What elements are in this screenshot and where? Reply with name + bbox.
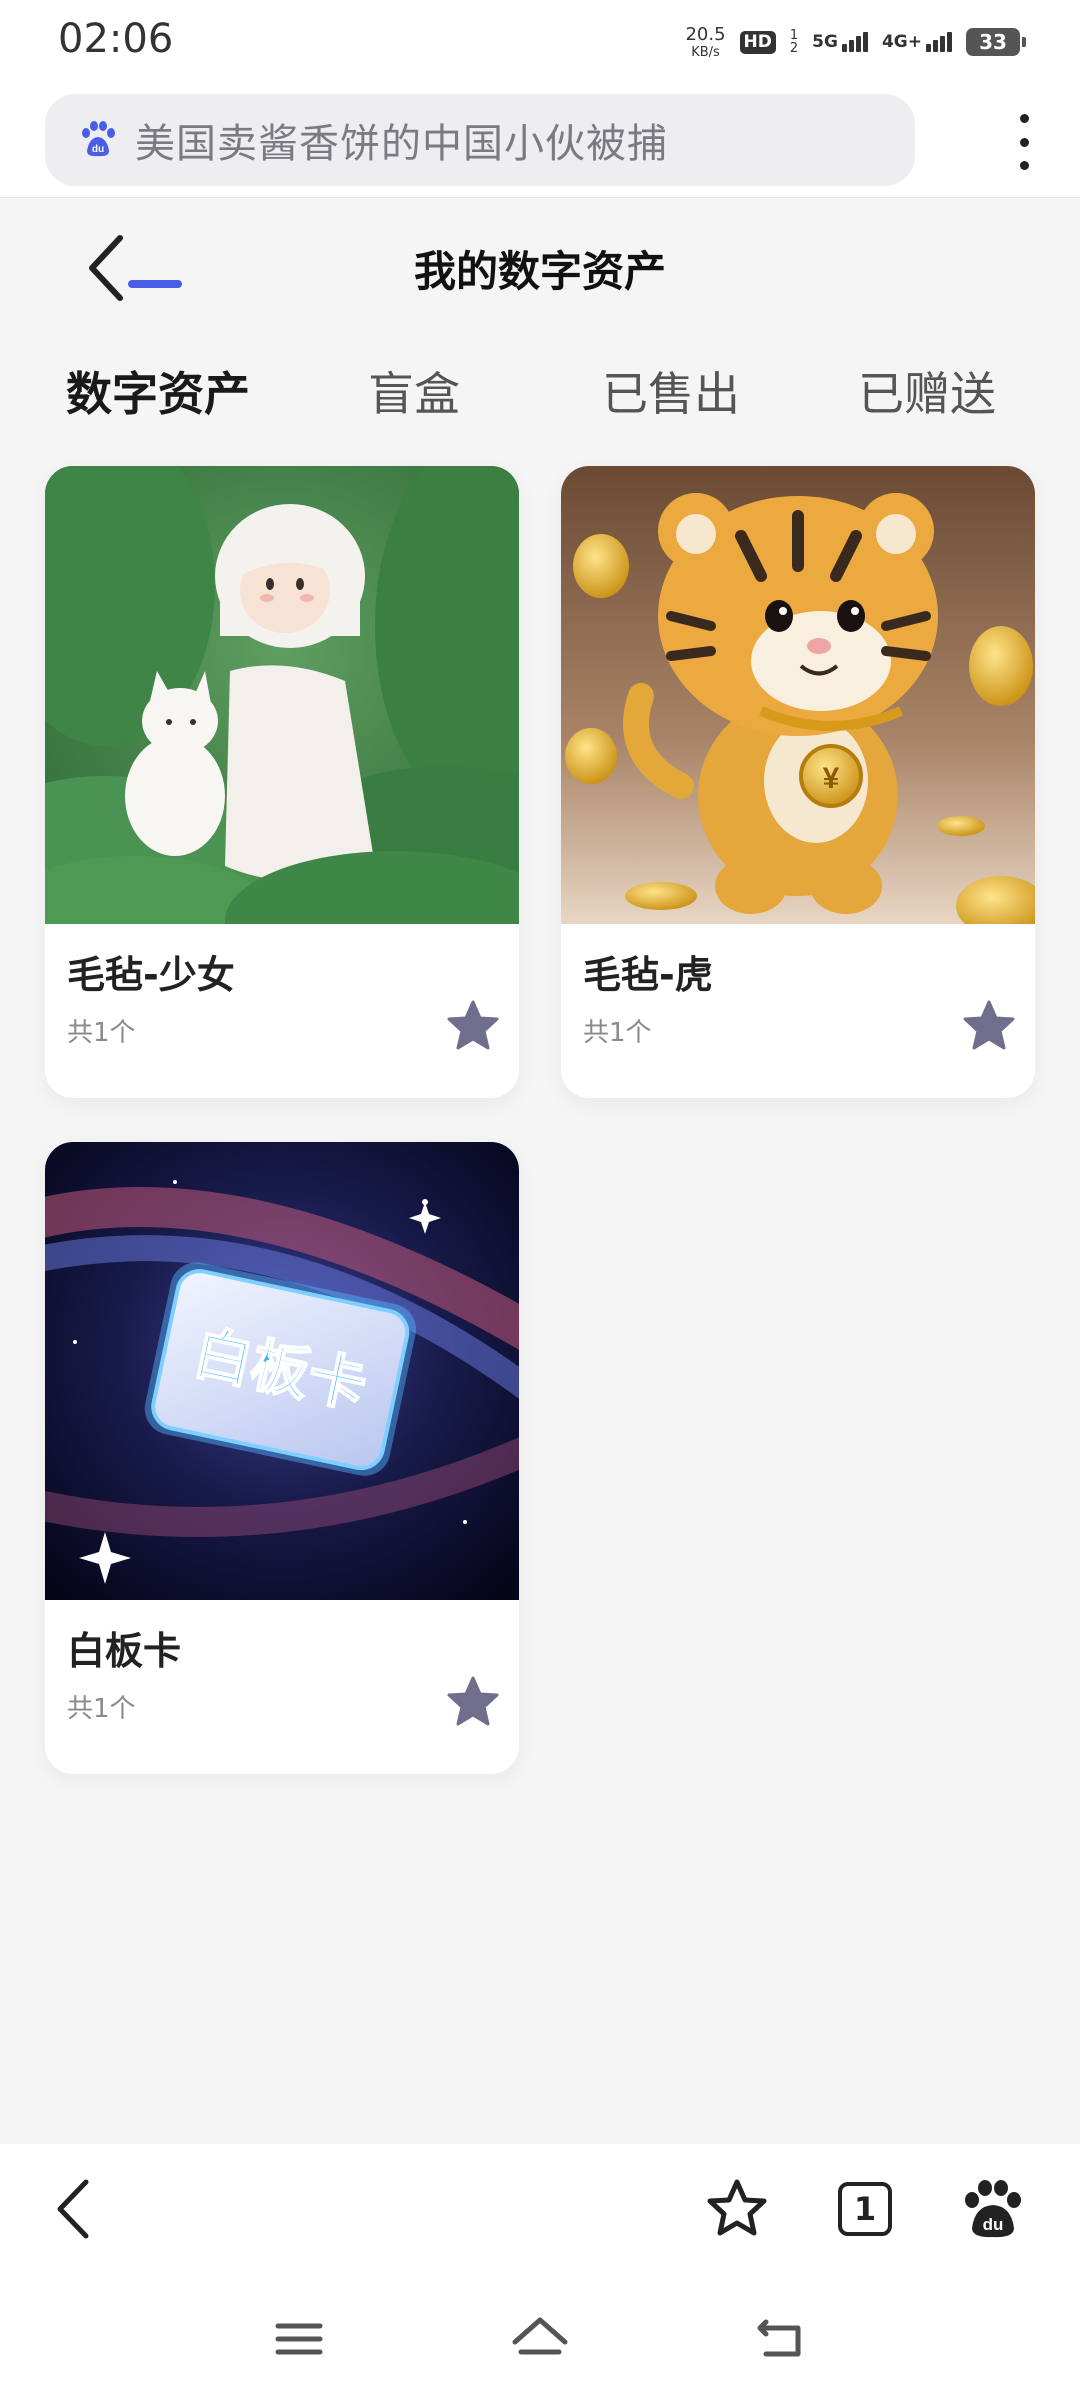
tab-blind-box[interactable]: 盲盒 — [368, 358, 460, 424]
network-speed-value: 20.5 — [685, 23, 726, 45]
more-menu-icon[interactable] — [1016, 114, 1032, 170]
signal-4g-label: 4G+ — [881, 32, 922, 52]
browser-back-icon[interactable] — [42, 2174, 112, 2244]
asset-name: 毛毡-虎 — [583, 953, 713, 997]
search-box[interactable]: du 美国卖酱香饼的中国小伙被捕 — [45, 94, 915, 186]
asset-card-felt-tiger[interactable]: ¥ 毛毡-虎 共1个 — [561, 466, 1035, 1098]
page-title: 我的数字资产 — [413, 247, 666, 296]
battery-icon: 33 — [966, 28, 1026, 56]
svg-text:du: du — [983, 2215, 1004, 2234]
status-bar: 02:06 20.5 KB/s HD 1 2 5G 4G+ 33 — [0, 0, 1080, 84]
page-header: 我的数字资产 数字资产 盲盒 已售出 已赠送 — [0, 198, 1080, 468]
felt-tiger-image: ¥ — [561, 466, 1035, 924]
asset-name: 毛毡-少女 — [67, 953, 235, 997]
search-query-text: 美国卖酱香饼的中国小伙被捕 — [135, 121, 668, 167]
felt-girl-image — [45, 466, 519, 924]
tab-gifted[interactable]: 已赠送 — [858, 358, 996, 424]
active-tab-indicator — [128, 280, 182, 288]
status-icons: 20.5 KB/s HD 1 2 5G 4G+ 33 — [685, 22, 1026, 62]
svg-text:¥: ¥ — [823, 762, 840, 795]
network-speed-unit: KB/s — [691, 44, 720, 60]
galaxy-card-image: 白板卡 — [45, 1142, 519, 1600]
asset-count: 共1个 — [67, 1694, 136, 1724]
asset-card-whiteboard-card[interactable]: 白板卡 白板卡 共1个 — [45, 1142, 519, 1774]
browser-toolbar: 1 du — [0, 2144, 1080, 2274]
network-speed: 20.5 KB/s — [685, 23, 726, 60]
tab-bar: 数字资产 盲盒 已售出 已赠送 — [0, 358, 1080, 468]
svg-text:du: du — [92, 144, 104, 155]
baidu-paw-icon: du — [82, 121, 115, 157]
tab-sold[interactable]: 已售出 — [602, 358, 740, 424]
signal-5g-label: 5G — [812, 32, 838, 52]
star-icon[interactable] — [445, 1674, 501, 1730]
asset-card-felt-girl[interactable]: 毛毡-少女 共1个 — [45, 466, 519, 1098]
baidu-home-icon[interactable]: du — [958, 2174, 1028, 2244]
menu-icon[interactable] — [264, 2304, 334, 2374]
asset-count: 共1个 — [583, 1018, 652, 1048]
star-icon[interactable] — [961, 998, 1017, 1054]
status-time: 02:06 — [58, 16, 174, 62]
asset-name: 白板卡 — [67, 1629, 182, 1673]
sim-indicator: 1 2 — [790, 29, 798, 55]
bookmark-star-icon[interactable] — [702, 2174, 772, 2244]
signal-5g-icon: 5G — [812, 32, 868, 52]
home-icon[interactable] — [505, 2304, 575, 2374]
signal-4g-icon: 4G+ — [882, 32, 952, 52]
return-icon[interactable] — [746, 2304, 816, 2374]
browser-address-bar: du 美国卖酱香饼的中国小伙被捕 — [0, 84, 1080, 198]
sim-2-label: 2 — [789, 41, 799, 56]
tab-digital-assets[interactable]: 数字资产 — [66, 358, 250, 424]
hd-voice-icon: HD — [739, 30, 776, 54]
asset-count: 共1个 — [67, 1018, 136, 1048]
star-icon[interactable] — [445, 998, 501, 1054]
system-nav-bar — [0, 2274, 1080, 2400]
tab-count-icon[interactable]: 1 — [838, 2182, 892, 2236]
